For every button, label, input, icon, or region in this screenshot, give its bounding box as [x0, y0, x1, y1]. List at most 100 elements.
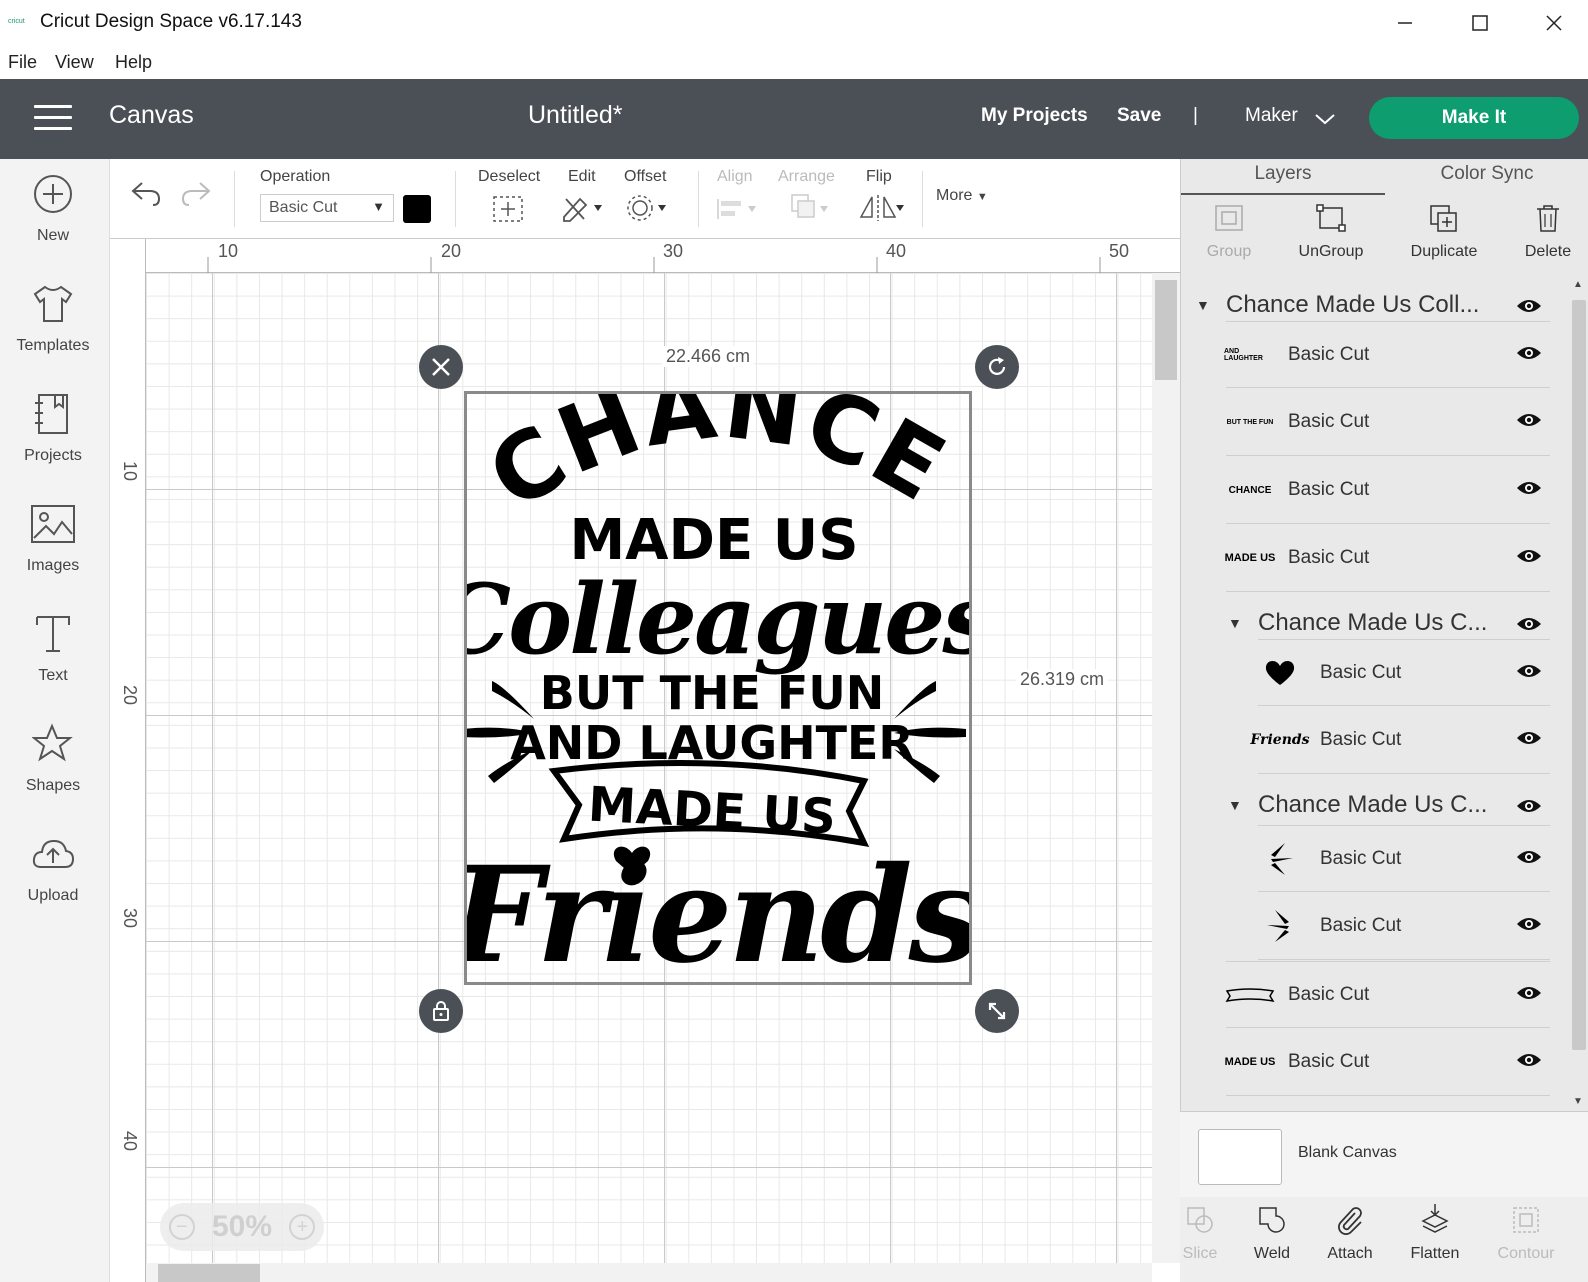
more-button[interactable]: More ▼	[936, 187, 988, 205]
slice-icon	[1160, 1201, 1240, 1235]
zoom-in-button[interactable]: +	[289, 1214, 316, 1240]
zoom-out-button[interactable]: −	[168, 1214, 195, 1240]
operation-color-swatch[interactable]	[403, 195, 431, 223]
eye-icon[interactable]	[1516, 984, 1542, 1002]
edit-icon[interactable]	[560, 193, 604, 223]
attach-label: Attach	[1327, 1245, 1373, 1262]
layer-row[interactable]: MADE US Basic Cut	[1225, 525, 1550, 592]
maximize-button[interactable]	[1460, 8, 1500, 38]
eye-icon[interactable]	[1516, 662, 1542, 680]
edit-label: Edit	[568, 168, 596, 185]
blank-canvas-row[interactable]: Blank Canvas	[1180, 1111, 1588, 1197]
sidebar-item-templates[interactable]: Templates	[0, 281, 106, 355]
dropdown-arrow-icon: ▼	[976, 191, 988, 203]
scroll-down-icon[interactable]: ▼	[1573, 1096, 1583, 1107]
tab-color-sync[interactable]: Color Sync	[1385, 159, 1588, 195]
blank-canvas-swatch[interactable]	[1198, 1129, 1282, 1185]
eye-icon[interactable]	[1516, 1051, 1542, 1069]
eye-icon[interactable]	[1516, 344, 1542, 362]
group-label: Group	[1206, 243, 1252, 260]
undo-icon[interactable]	[130, 179, 162, 207]
save-button[interactable]: Save	[1117, 105, 1161, 127]
duplicate-button[interactable]: Duplicate	[1394, 199, 1494, 261]
eye-icon[interactable]	[1516, 411, 1542, 429]
horizontal-scrollbar[interactable]	[146, 1263, 1152, 1282]
sidebar-item-label: New	[36, 227, 69, 244]
attach-button[interactable]: Attach	[1310, 1201, 1390, 1263]
collapse-caret-icon[interactable]: ▼	[1228, 615, 1242, 631]
delete-selection-icon[interactable]	[419, 345, 463, 389]
window-titlebar: cricut Cricut Design Space v6.17.143	[0, 0, 1588, 46]
resize-icon[interactable]	[975, 989, 1019, 1033]
weld-button[interactable]: Weld	[1232, 1201, 1312, 1263]
slice-button[interactable]: Slice	[1160, 1201, 1240, 1263]
eye-icon[interactable]	[1516, 297, 1542, 315]
layer-row[interactable]: Basic Cut	[1258, 639, 1550, 706]
eye-icon[interactable]	[1516, 547, 1542, 565]
flip-icon[interactable]	[858, 193, 904, 223]
sidebar-item-new[interactable]: New	[0, 171, 106, 245]
minimize-button[interactable]	[1385, 8, 1425, 38]
hamburger-menu-icon[interactable]	[34, 105, 72, 133]
layer-row[interactable]: Basic Cut	[1225, 961, 1550, 1028]
deselect-icon[interactable]	[492, 195, 524, 223]
close-window-button[interactable]	[1534, 8, 1574, 38]
layer-row[interactable]: BUT THE FUN Basic Cut	[1226, 389, 1550, 456]
sidebar-item-projects[interactable]: Projects	[0, 391, 106, 465]
document-title[interactable]: Untitled*	[528, 101, 623, 130]
sidebar-item-images[interactable]: Images	[0, 501, 106, 575]
layer-name: Basic Cut	[1288, 344, 1370, 365]
layer-row[interactable]: MADE US Basic Cut	[1225, 1029, 1550, 1096]
lock-proportions-icon[interactable]	[419, 989, 463, 1033]
sidebar-item-text[interactable]: Text	[0, 611, 106, 685]
layer-row[interactable]: Basic Cut	[1258, 893, 1550, 960]
layer-name: Basic Cut	[1320, 662, 1402, 683]
horizontal-scrollbar-thumb[interactable]	[158, 1264, 260, 1282]
plus-circle-icon	[30, 171, 76, 217]
layer-group-row[interactable]: ▼ Chance Made Us C...	[1226, 775, 1550, 825]
ungroup-button[interactable]: UnGroup	[1281, 199, 1381, 261]
layers-scrollbar-thumb[interactable]	[1572, 300, 1586, 1050]
sidebar-item-shapes[interactable]: Shapes	[0, 721, 106, 795]
scroll-up-icon[interactable]: ▲	[1573, 279, 1583, 290]
layer-row[interactable]: Basic Cut	[1258, 825, 1550, 892]
collapse-caret-icon[interactable]: ▼	[1228, 797, 1242, 813]
eye-icon[interactable]	[1516, 797, 1542, 815]
selection-bounding-box[interactable]	[464, 391, 972, 985]
my-projects-link[interactable]: My Projects	[981, 105, 1088, 127]
tab-layers[interactable]: Layers	[1181, 159, 1385, 195]
layer-actions-bar: Slice Weld Attach Flatten Contour	[1180, 1197, 1588, 1282]
ungroup-icon	[1281, 199, 1381, 233]
eye-icon[interactable]	[1516, 848, 1542, 866]
menu-view[interactable]: View	[55, 52, 94, 73]
operation-select[interactable]: Basic Cut ▼	[260, 194, 394, 222]
chevron-down-icon[interactable]	[1314, 112, 1336, 126]
layer-row[interactable]: CHANCE Basic Cut	[1226, 457, 1550, 524]
group-button[interactable]: Group	[1179, 199, 1279, 261]
sidebar-item-upload[interactable]: Upload	[0, 831, 106, 905]
vertical-scrollbar-thumb[interactable]	[1155, 280, 1177, 380]
layer-row[interactable]: AND LAUGHTER Basic Cut	[1224, 321, 1550, 388]
redo-icon[interactable]	[180, 179, 212, 207]
flatten-button[interactable]: Flatten	[1395, 1201, 1475, 1263]
make-it-button[interactable]: Make It	[1369, 97, 1579, 139]
offset-icon[interactable]	[626, 193, 670, 223]
eye-icon[interactable]	[1516, 479, 1542, 497]
delete-button[interactable]: Delete	[1498, 199, 1588, 261]
layer-group-row[interactable]: ▼ Chance Made Us C...	[1226, 593, 1550, 639]
eye-icon[interactable]	[1516, 915, 1542, 933]
sidebar-item-label: Upload	[27, 887, 79, 904]
vertical-scrollbar[interactable]	[1152, 273, 1180, 1263]
collapse-caret-icon[interactable]: ▼	[1196, 297, 1210, 313]
rotate-icon[interactable]	[975, 345, 1019, 389]
arrange-icon[interactable]	[788, 191, 834, 223]
eye-icon[interactable]	[1516, 729, 1542, 747]
contour-button[interactable]: Contour	[1486, 1201, 1566, 1263]
eye-icon[interactable]	[1516, 615, 1542, 633]
align-icon[interactable]	[716, 195, 760, 223]
layer-row[interactable]: Friends Basic Cut	[1250, 707, 1550, 774]
menu-file[interactable]: File	[8, 52, 37, 73]
menu-help[interactable]: Help	[115, 52, 152, 73]
layer-thumbnail: CHANCE	[1228, 484, 1272, 496]
machine-selector[interactable]: Maker	[1245, 105, 1298, 127]
